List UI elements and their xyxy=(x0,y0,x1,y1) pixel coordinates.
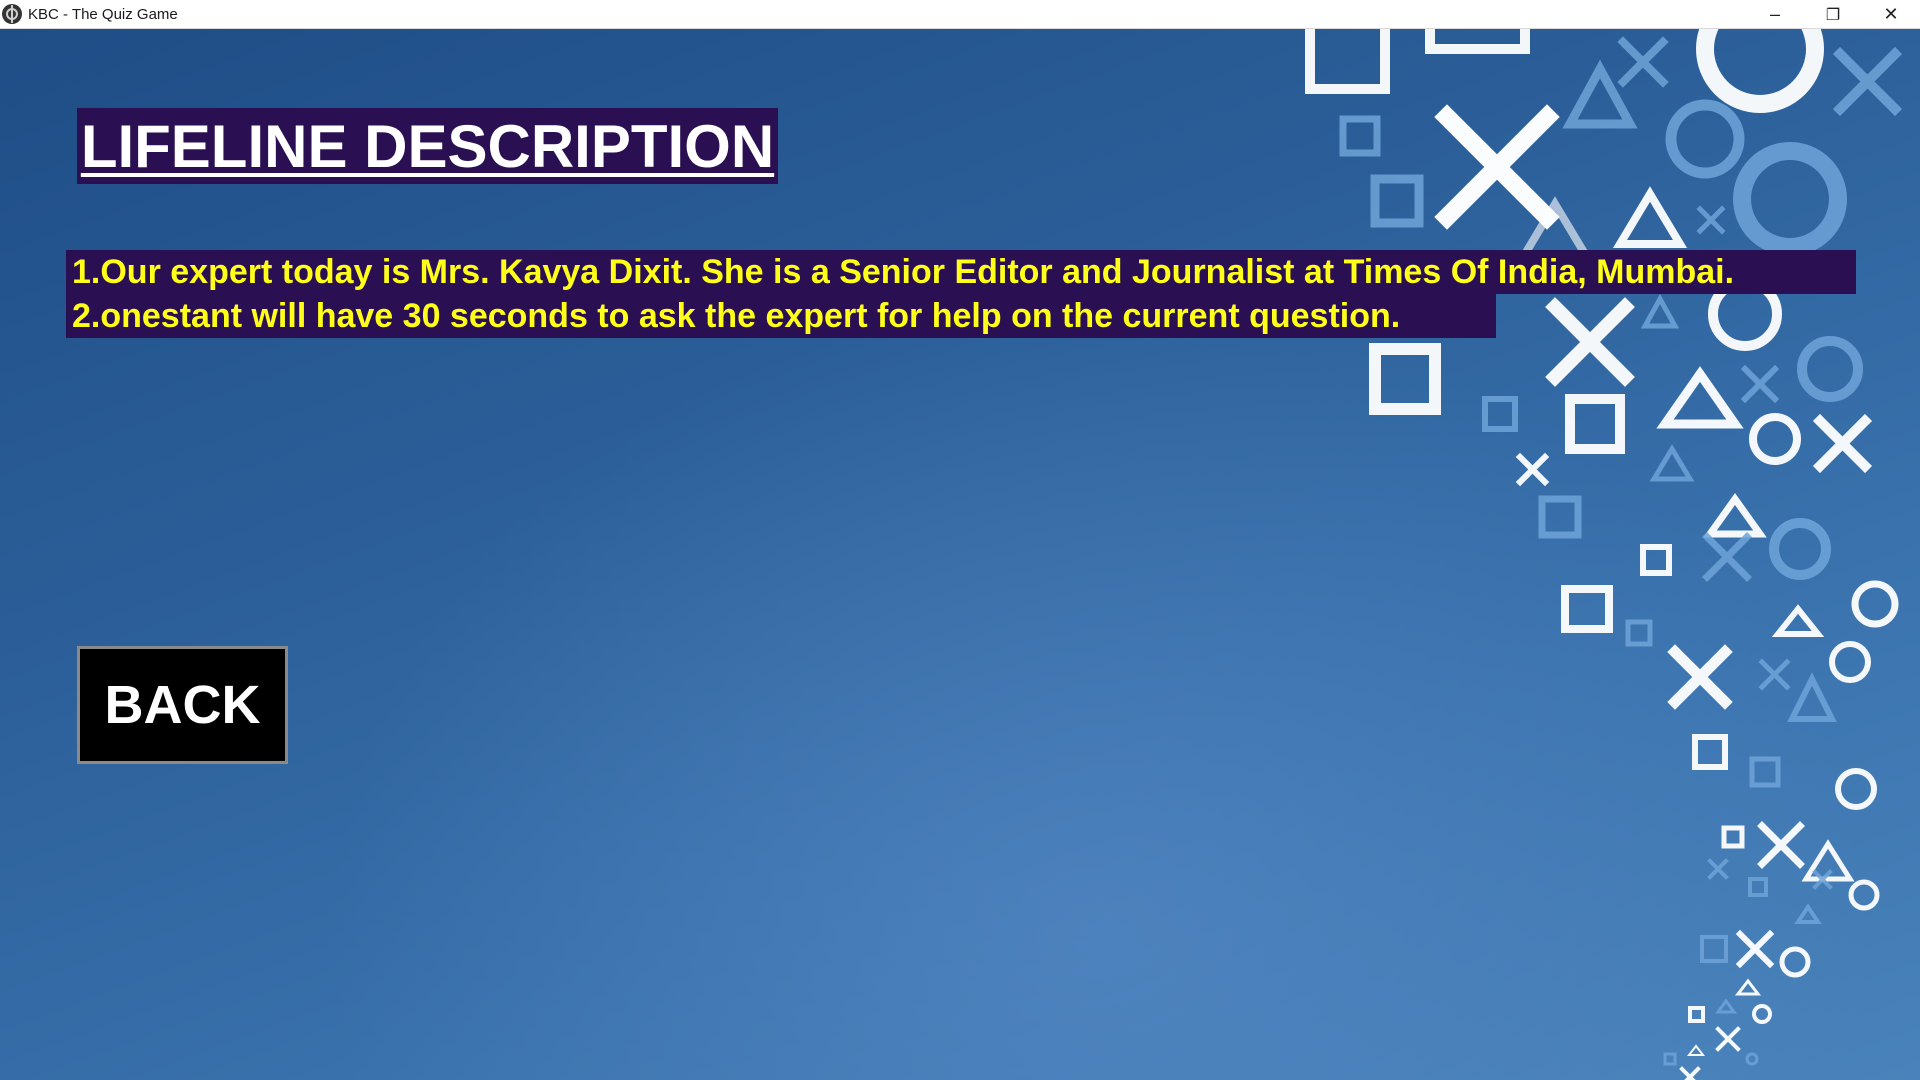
restore-icon[interactable]: ❐ xyxy=(1804,0,1862,29)
window-title: KBC - The Quiz Game xyxy=(28,5,178,23)
title-bar: KBC - The Quiz Game – ❐ ✕ xyxy=(0,0,1920,29)
minimize-icon[interactable]: – xyxy=(1746,0,1804,29)
close-icon[interactable]: ✕ xyxy=(1862,0,1920,29)
decorative-symbols-background xyxy=(1305,29,1903,1080)
main-screen: LIFELINE DESCRIPTION 1.Our expert today … xyxy=(0,29,1920,1080)
description-line-2: 2.onestant will have 30 seconds to ask t… xyxy=(66,294,1496,338)
page-title-text: LIFELINE DESCRIPTION xyxy=(80,112,775,180)
app-icon xyxy=(2,4,22,24)
back-button[interactable]: BACK xyxy=(77,646,288,764)
description-line-1: 1.Our expert today is Mrs. Kavya Dixit. … xyxy=(66,250,1856,294)
page-title: LIFELINE DESCRIPTION xyxy=(77,108,778,184)
back-button-label: BACK xyxy=(104,675,261,735)
window-controls: – ❐ ✕ xyxy=(1746,0,1920,29)
